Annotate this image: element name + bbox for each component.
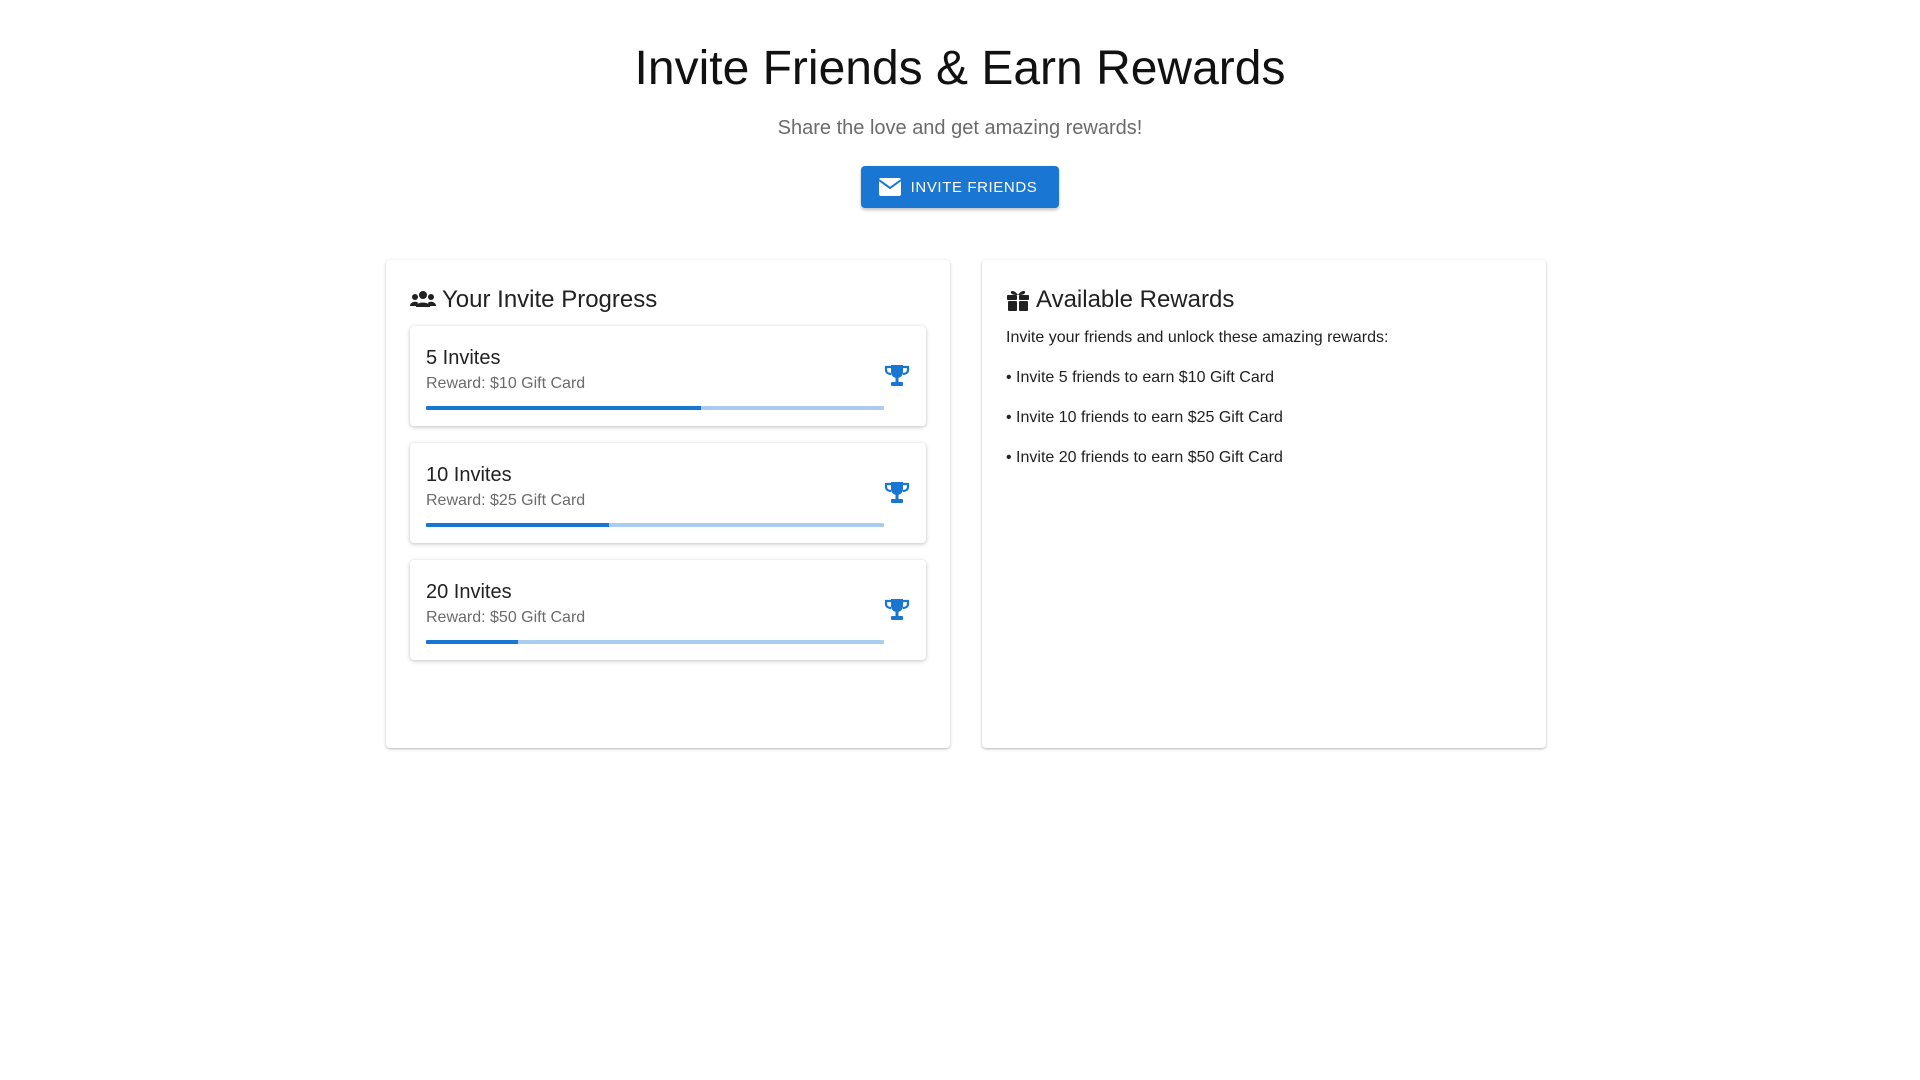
page-title: Invite Friends & Earn Rewards bbox=[634, 42, 1286, 95]
page: Invite Friends & Earn Rewards Share the … bbox=[0, 0, 1920, 1080]
trophy-icon bbox=[884, 481, 910, 505]
progress-bar-fill bbox=[426, 523, 610, 527]
tier-name: 10 Invites bbox=[426, 464, 512, 486]
gift-icon bbox=[1006, 289, 1030, 311]
tier-card-20: 20 Invites Reward: $50 Gift Card bbox=[410, 560, 926, 660]
tier-card-5: 5 Invites Reward: $10 Gift Card bbox=[410, 326, 926, 426]
page-subtitle: Share the love and get amazing rewards! bbox=[777, 117, 1143, 139]
invite-progress-panel: Your Invite Progress 5 Invites Reward: $… bbox=[386, 260, 950, 748]
progress-bar bbox=[426, 640, 884, 644]
hero-section: Invite Friends & Earn Rewards Share the … bbox=[0, 0, 1920, 208]
reward-item: • Invite 20 friends to earn $50 Gift Car… bbox=[1006, 449, 1283, 466]
invite-friends-button[interactable]: INVITE FRIENDS bbox=[860, 166, 1060, 208]
invite-friends-button-label: INVITE FRIENDS bbox=[910, 178, 1038, 196]
tier-reward: Reward: $25 Gift Card bbox=[426, 492, 586, 509]
available-rewards-panel: Available Rewards Invite your friends an… bbox=[982, 260, 1546, 748]
progress-bar bbox=[426, 406, 884, 410]
tier-card-10: 10 Invites Reward: $25 Gift Card bbox=[410, 443, 926, 543]
tier-list: 5 Invites Reward: $10 Gift Card 10 Invit… bbox=[410, 326, 926, 660]
reward-item: • Invite 10 friends to earn $25 Gift Car… bbox=[1006, 409, 1283, 426]
invite-progress-title: Your Invite Progress bbox=[410, 284, 926, 316]
tier-name: 5 Invites bbox=[426, 347, 501, 369]
progress-bar-fill bbox=[426, 406, 701, 410]
trophy-icon bbox=[884, 598, 910, 622]
envelope-icon bbox=[878, 178, 901, 196]
rewards-intro: Invite your friends and unlock these ama… bbox=[1006, 329, 1389, 346]
progress-bar-fill bbox=[426, 640, 518, 644]
available-rewards-title: Available Rewards bbox=[1006, 284, 1522, 316]
tier-reward: Reward: $10 Gift Card bbox=[426, 375, 586, 392]
available-rewards-title-text: Available Rewards bbox=[1036, 286, 1235, 313]
main-columns: Your Invite Progress 5 Invites Reward: $… bbox=[386, 260, 1546, 748]
users-icon bbox=[410, 290, 436, 310]
trophy-icon bbox=[884, 364, 910, 388]
invite-progress-title-text: Your Invite Progress bbox=[442, 286, 658, 313]
reward-item: • Invite 5 friends to earn $10 Gift Card bbox=[1006, 369, 1274, 386]
progress-bar bbox=[426, 523, 884, 527]
tier-name: 20 Invites bbox=[426, 581, 512, 603]
tier-reward: Reward: $50 Gift Card bbox=[426, 609, 586, 626]
